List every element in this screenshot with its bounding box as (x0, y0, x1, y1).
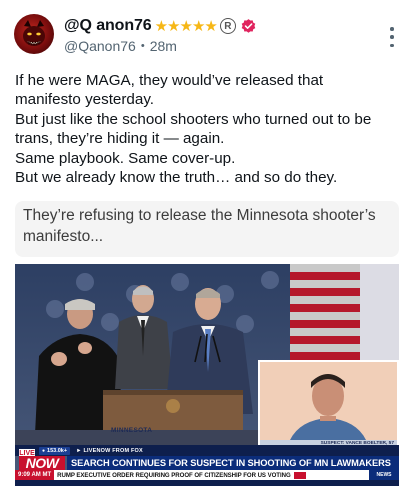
news-headline: SEARCH CONTINUES FOR SUSPECT IN SHOOTING… (67, 456, 399, 470)
post-text-line: If he were MAGA, they would’ve released … (15, 72, 324, 89)
post-text: If he were MAGA, they would’ve released … (15, 71, 407, 187)
author-handle[interactable]: @Qanon76 (64, 38, 136, 54)
post-text-line: But just like the school shooters who tu… (15, 110, 372, 128)
quoted-post-card[interactable]: They’re refusing to release the Minnesot… (15, 201, 399, 257)
author-meta-row: @Qanon76 • 28m (64, 38, 177, 54)
ticker-time: 9:09 AM MT (15, 470, 55, 480)
quoted-post-text: They’re refusing to release the Minnesot… (23, 205, 376, 247)
post-text-line: Same playbook. Same cover-up. (15, 149, 236, 167)
location-tag: MINNESOTA (111, 427, 153, 434)
logo-now-text: NOW (19, 456, 65, 470)
avatar[interactable] (14, 14, 54, 54)
star-rating-icon: ★★★★★ (154, 18, 218, 35)
post-media-image[interactable]: MINNESOTA SUSPECT: VANCE BOELTER, 57 ● 1… (15, 264, 399, 486)
fox-logo-icon (293, 471, 306, 479)
livenow-ticker: ● 153.0k+ ► LIVENOW FROM FOX (15, 445, 399, 456)
post-text-line: manifesto yesterday. (15, 91, 155, 109)
ticker-news-label: NEWS (369, 470, 399, 480)
author-name-row: @Q anon76 ★★★★★ R (64, 15, 257, 37)
meta-separator: • (140, 40, 145, 52)
verified-badge-icon (241, 18, 256, 33)
bottom-ticker: 9:09 AM MT RUMP EXECUTIVE ORDER REQUIRIN… (15, 470, 399, 480)
livenow-source: ► LIVENOW FROM FOX (76, 447, 143, 454)
bottom-strip (15, 480, 399, 486)
post-text-line: trans, they’re hiding it — again. (15, 130, 225, 148)
suspect-photo (260, 362, 397, 440)
post-card[interactable]: @Q anon76 ★★★★★ R @Qanon76 • 28m If he w… (0, 0, 414, 500)
ticker-text: RUMP EXECUTIVE ORDER REQUIRING PROOF OF … (57, 471, 291, 479)
more-options-icon[interactable] (388, 27, 396, 47)
registered-mark-icon: R (219, 18, 236, 34)
post-text-line: But we already know the truth… and so do… (15, 169, 338, 187)
post-timestamp[interactable]: 28m (150, 38, 177, 54)
author-display-name[interactable]: @Q anon76 (64, 17, 152, 35)
quoted-post-line: manifesto... (23, 228, 104, 245)
suspect-inset: SUSPECT: VANCE BOELTER, 57 (258, 360, 399, 450)
quoted-post-line: They’re refusing to release the Minnesot… (23, 207, 376, 224)
